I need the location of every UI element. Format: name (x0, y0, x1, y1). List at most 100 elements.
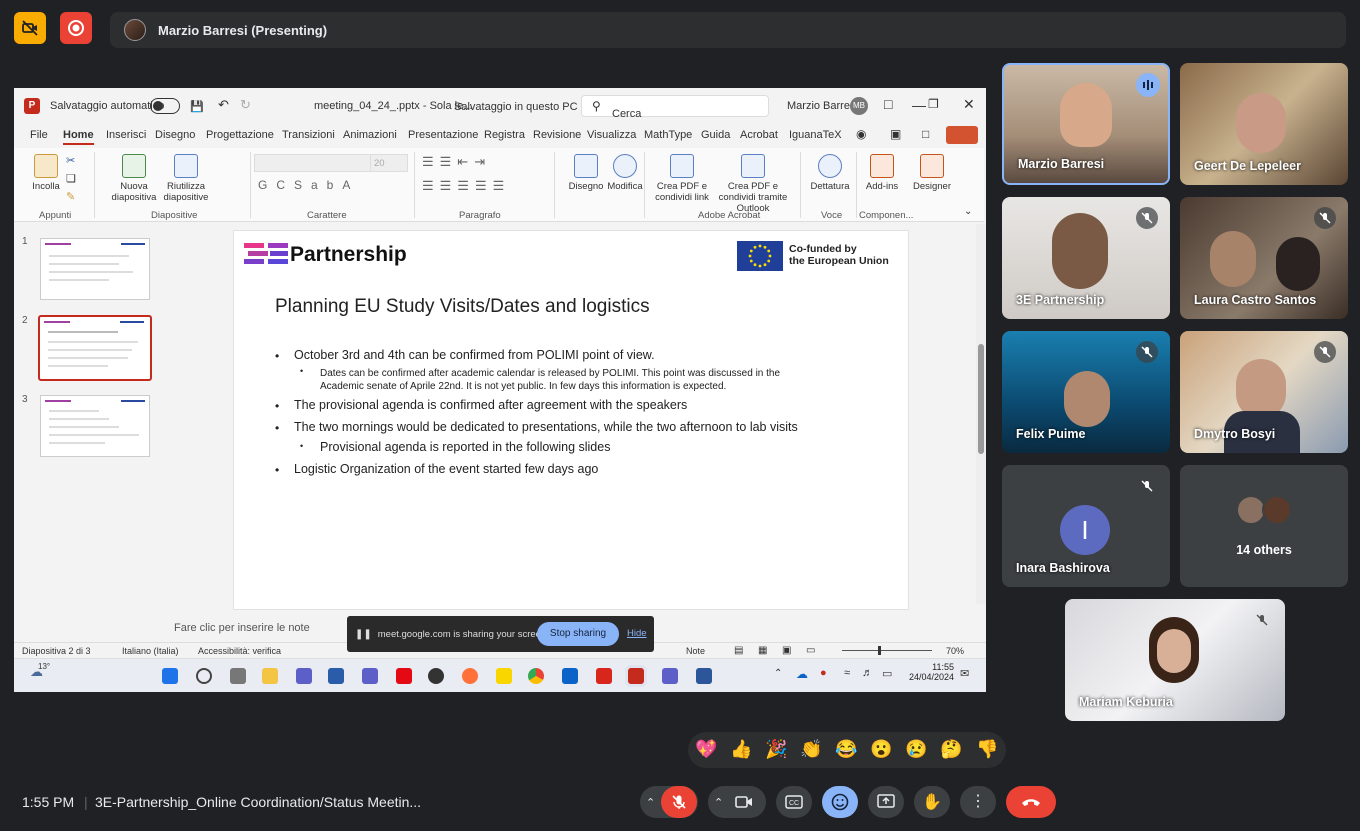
redo-icon[interactable]: ↻ (240, 97, 251, 113)
more-options-button[interactable]: ⋮ (960, 786, 996, 818)
task-view-icon[interactable] (230, 668, 246, 684)
teams-icon[interactable] (296, 668, 312, 684)
reaction-clap[interactable]: 👏 (800, 738, 822, 760)
font-format-buttons[interactable]: GCSabA (258, 178, 359, 192)
ribbon-collapse-icon[interactable]: ⌄ (964, 206, 972, 217)
dictation-button[interactable]: Dettatura (806, 154, 854, 192)
autosave-toggle[interactable] (150, 98, 180, 114)
slide-thumbnail-2[interactable] (38, 315, 152, 381)
participant-tile[interactable]: 3E Partnership (1002, 197, 1170, 319)
reaction-thumbs-down[interactable]: 👎 (976, 738, 998, 760)
menu-mathtype[interactable]: MathType (644, 129, 692, 141)
reactions-button[interactable] (822, 786, 858, 818)
notification-bell-icon[interactable]: ✉ (960, 667, 969, 680)
new-slide-button[interactable]: Nuova diapositiva (110, 154, 158, 203)
slide-thumbnail-1[interactable] (40, 238, 150, 300)
participant-tile[interactable]: I Inara Bashirova (1002, 465, 1170, 587)
font-size-select[interactable]: 20 (370, 154, 408, 172)
reaction-thinking[interactable]: 🤔 (940, 738, 962, 760)
reaction-thumbs-up[interactable]: 👍 (730, 738, 752, 760)
menu-progettazione[interactable]: Progettazione (206, 129, 274, 141)
microphone-toggle-button[interactable] (661, 786, 697, 818)
accessibility-status[interactable]: Accessibilità: verifica (198, 646, 281, 656)
taskbar-clock[interactable]: 11:55 24/04/2024 (906, 662, 954, 682)
firefox-icon[interactable] (462, 668, 478, 684)
slideshow-view-icon[interactable]: ▭ (806, 645, 815, 656)
participant-tile[interactable]: Geert De Lepeleer (1180, 63, 1348, 185)
file-explorer-icon[interactable] (262, 668, 278, 684)
menu-visualizza[interactable]: Visualizza (587, 129, 636, 141)
restore-icon[interactable]: ❐ (928, 97, 939, 111)
acrobat-icon[interactable] (596, 668, 612, 684)
search-input[interactable]: ⚲ Cerca (581, 95, 769, 120)
paste-button[interactable]: Incolla (28, 154, 64, 192)
cut-icon[interactable]: ✂ (66, 154, 75, 167)
save-icon[interactable]: 💾 (190, 100, 204, 113)
menu-file[interactable]: File (30, 129, 48, 141)
teams-icon-2[interactable] (362, 668, 378, 684)
reaction-sparkling-heart[interactable]: 💖 (695, 738, 717, 760)
designer-button[interactable]: Designer (910, 154, 954, 192)
copy-icon[interactable]: ❏ (66, 172, 76, 185)
close-icon[interactable]: ✕ (963, 96, 975, 113)
outlook-icon[interactable] (562, 668, 578, 684)
participant-tile[interactable]: Dmytro Bosyi (1180, 331, 1348, 453)
reaction-surprised[interactable]: 😮 (870, 738, 892, 760)
font-name-select[interactable] (254, 154, 376, 172)
app-icon-2[interactable] (428, 668, 444, 684)
reaction-joy[interactable]: 😂 (835, 738, 857, 760)
normal-view-icon[interactable]: ▤ (734, 645, 743, 656)
participant-tile[interactable]: Marzio Barresi (1002, 63, 1170, 185)
menu-presentazione[interactable]: Presentazione (408, 129, 478, 141)
zoom-slider[interactable] (842, 646, 932, 655)
menu-guida[interactable]: Guida (701, 129, 730, 141)
slide-scrollbar[interactable] (976, 224, 986, 604)
leave-call-button[interactable] (1006, 786, 1056, 818)
minimize-icon[interactable]: — (912, 97, 926, 113)
create-pdf-outlook-button[interactable]: Crea PDF e condividi tramite Outlook (710, 154, 796, 214)
menu-home[interactable]: Home (63, 129, 94, 145)
record-ribbon-icon[interactable]: ◉ (856, 127, 866, 141)
reaction-sad[interactable]: 😢 (905, 738, 927, 760)
raise-hand-button[interactable]: ✋ (914, 786, 950, 818)
recording-button[interactable] (60, 12, 92, 44)
notes-placeholder[interactable]: Fare clic per inserire le note (174, 622, 310, 634)
participant-tile[interactable]: Laura Castro Santos (1180, 197, 1348, 319)
video-options-button[interactable]: ⌃ (708, 786, 766, 818)
reaction-party[interactable]: 🎉 (765, 738, 787, 760)
menu-revisione[interactable]: Revisione (533, 129, 581, 141)
list-buttons[interactable]: ☰☰⇤⇥ (422, 154, 491, 170)
search-taskbar-icon[interactable] (196, 668, 212, 684)
camera-off-button[interactable] (14, 12, 46, 44)
slide-thumbnail-3[interactable] (40, 395, 150, 457)
wifi-icon[interactable]: ≈ (844, 667, 850, 679)
format-painter-icon[interactable]: ✎ (66, 190, 75, 203)
reuse-slides-button[interactable]: Riutilizza diapositive (162, 154, 210, 203)
teams-icon-3[interactable] (662, 668, 678, 684)
volume-icon[interactable]: ♬ (862, 667, 873, 679)
start-icon[interactable] (162, 668, 178, 684)
comments-icon[interactable]: □ (922, 127, 929, 141)
app-icon[interactable] (328, 668, 344, 684)
create-pdf-link-button[interactable]: Crea PDF e condividi link (652, 154, 712, 203)
captions-button[interactable]: CC (776, 786, 812, 818)
presenter-chip[interactable]: Marzio Barresi (Presenting) (110, 12, 1346, 48)
word-icon[interactable] (696, 668, 712, 684)
notes-toggle[interactable]: Note (686, 646, 705, 656)
ribbon-options-icon[interactable]: □ (884, 96, 892, 112)
others-tile[interactable]: 14 others (1180, 465, 1348, 587)
share-button[interactable] (946, 126, 978, 144)
powerpoint-taskbar-icon[interactable] (628, 668, 644, 684)
menu-iguanatex[interactable]: IguanaTeX (789, 129, 842, 141)
undo-icon[interactable]: ↶ (218, 97, 229, 113)
menu-disegno[interactable]: Disegno (155, 129, 195, 141)
slide-canvas[interactable]: Partnership Co-funded by the European Un… (233, 230, 909, 610)
sticky-notes-icon[interactable] (496, 668, 512, 684)
zoom-level[interactable]: 70% (946, 646, 964, 656)
chrome-icon[interactable] (528, 668, 544, 684)
edit-button[interactable]: Modifica (602, 154, 648, 192)
netflix-icon[interactable] (396, 668, 412, 684)
hide-banner-link[interactable]: Hide (627, 628, 647, 639)
present-button[interactable] (868, 786, 904, 818)
account-avatar[interactable]: MB (850, 97, 868, 115)
